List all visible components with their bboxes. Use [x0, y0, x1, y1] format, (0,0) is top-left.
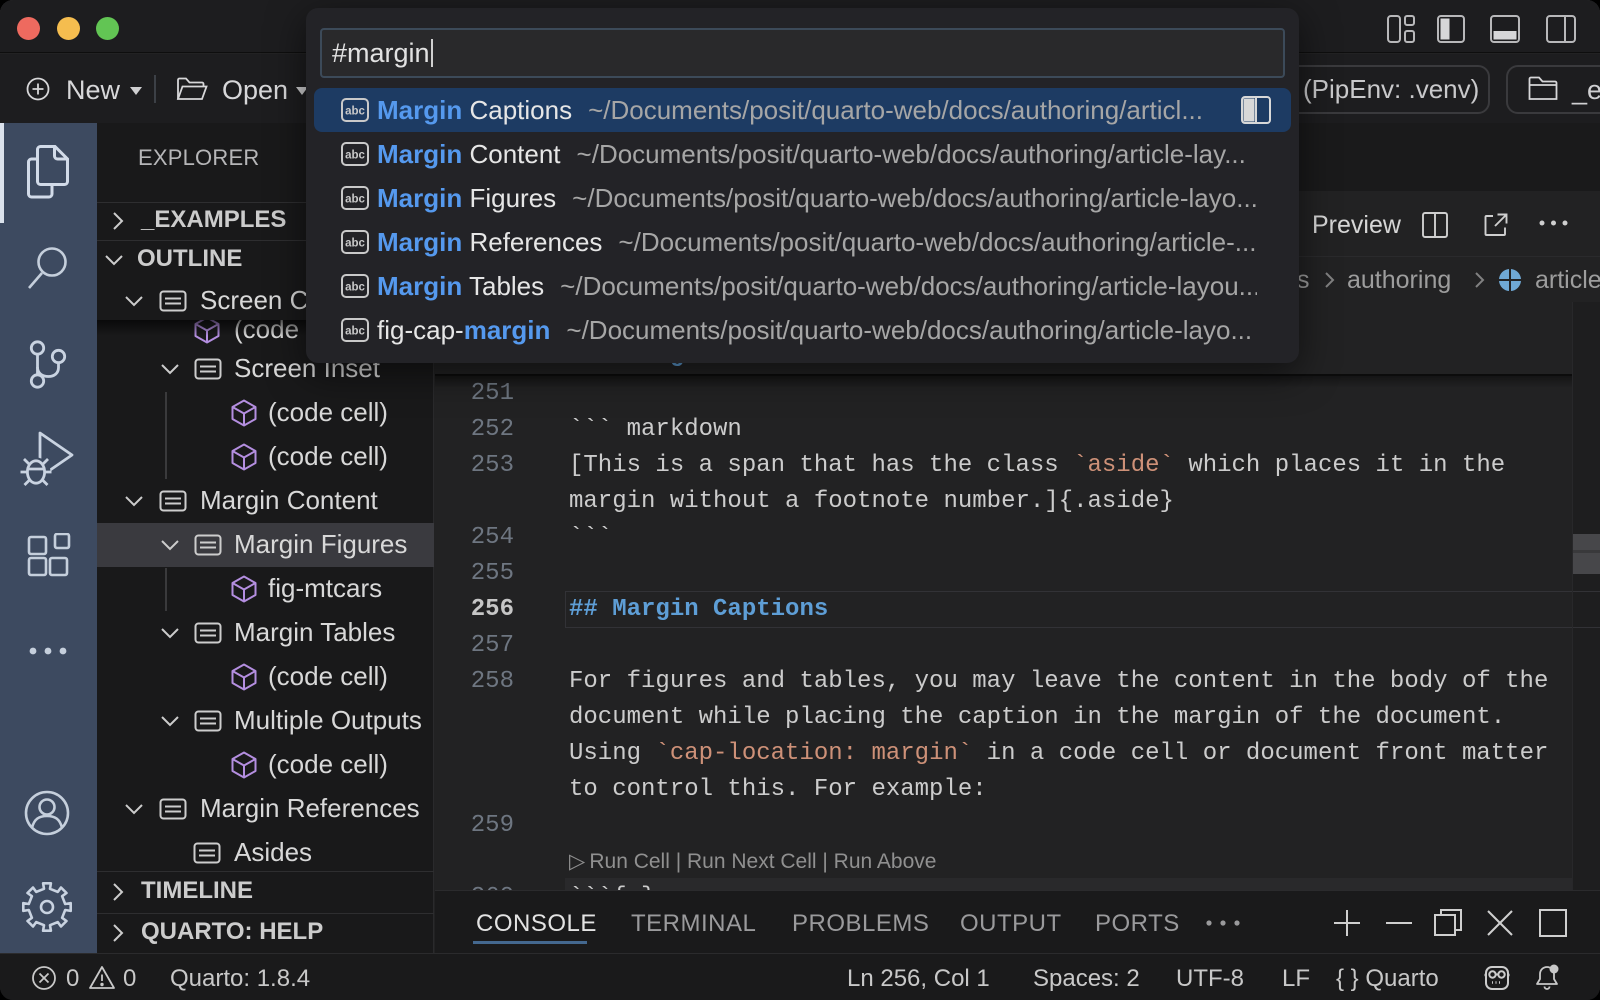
svg-text:abc: abc — [345, 106, 365, 118]
svg-text:abc: abc — [345, 150, 365, 162]
svg-text:abc: abc — [345, 326, 365, 338]
svg-text:abc: abc — [345, 238, 365, 250]
svg-text:abc: abc — [345, 282, 365, 294]
svg-text:abc: abc — [345, 194, 365, 206]
